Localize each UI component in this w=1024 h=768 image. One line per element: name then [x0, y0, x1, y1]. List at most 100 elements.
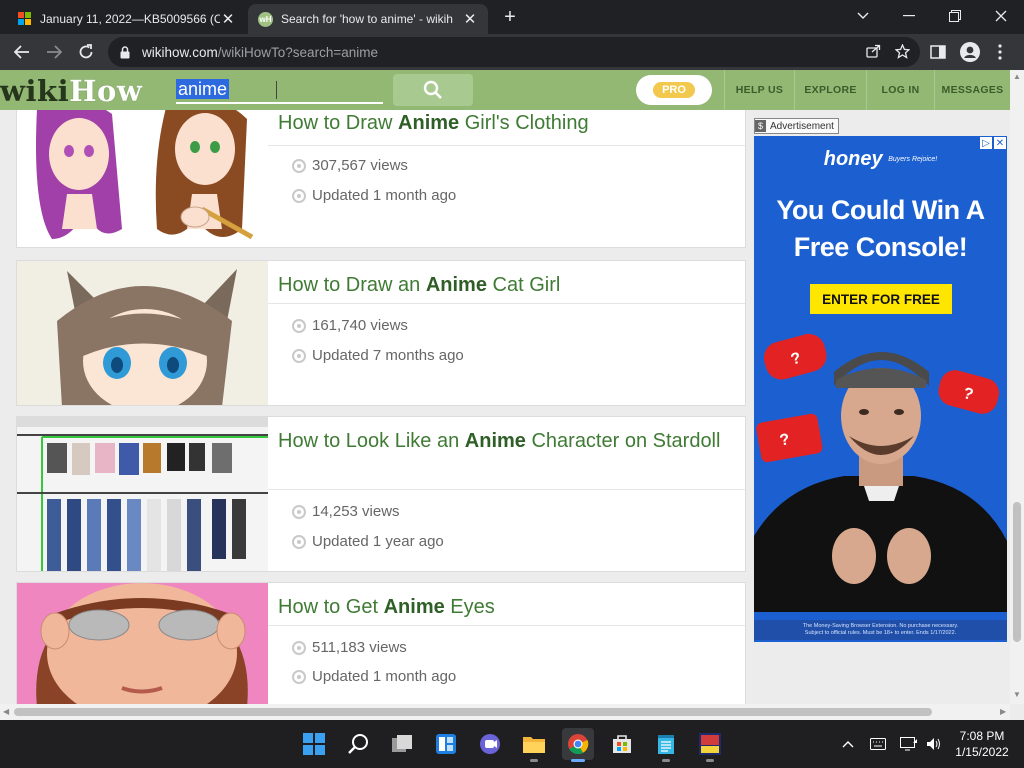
game-app-icon[interactable] — [694, 728, 726, 762]
honey-advertisement[interactable]: ▷ ✕ honey Buyers Rejoice! You Could Win … — [754, 136, 1007, 642]
url-host: wikihow.com — [142, 44, 218, 60]
notepad-icon[interactable] — [650, 728, 682, 762]
dollar-icon: $ — [755, 120, 767, 132]
tab-search-chevron-icon[interactable] — [840, 0, 886, 32]
result-title[interactable]: How to Get Anime Eyes — [278, 593, 733, 622]
nav-explore[interactable]: EXPLORE — [794, 70, 866, 110]
updated-icon — [292, 188, 306, 203]
volume-icon[interactable] — [926, 720, 942, 768]
scroll-right-arrow-icon[interactable]: ▶ — [1000, 707, 1006, 716]
site-search-button[interactable] — [393, 74, 473, 106]
scroll-up-arrow-icon[interactable]: ▲ — [1013, 72, 1021, 81]
result-thumbnail-anime-girls[interactable] — [17, 110, 268, 247]
result-updated: Updated 1 year ago — [292, 533, 444, 550]
search-result-card[interactable]: How to Get Anime Eyes 511,183 views Upda… — [16, 582, 746, 704]
back-icon[interactable] — [8, 38, 36, 66]
teams-chat-icon[interactable] — [474, 728, 506, 760]
search-query-text: anime — [176, 79, 230, 99]
card-divider — [268, 625, 745, 626]
pro-badge: PRO — [653, 82, 695, 98]
search-result-card[interactable]: How to Draw an Anime Cat Girl 161,740 vi… — [16, 260, 746, 406]
profile-avatar-icon[interactable] — [956, 38, 984, 66]
forward-icon[interactable] — [40, 38, 68, 66]
microsoft-logo-icon — [18, 12, 32, 26]
browser-tab-wikihow[interactable]: wH Search for 'how to anime' - wikih ✕ — [248, 4, 488, 34]
running-indicator — [662, 759, 670, 762]
bookmark-star-icon[interactable] — [894, 43, 911, 62]
horizontal-scrollbar[interactable]: ◀ ▶ — [0, 704, 1010, 720]
ad-fine-print: The Money-Saving Browser Extension. No p… — [754, 620, 1007, 640]
display-network-icon[interactable] — [900, 720, 918, 768]
lock-icon[interactable] — [120, 45, 134, 59]
browser-tab-bar: January 11, 2022—KB5009566 (OS ✕ wH Sear… — [0, 0, 1024, 34]
clock-time: 7:08 PM — [959, 729, 1005, 743]
views-icon — [292, 504, 306, 519]
running-indicator — [571, 759, 585, 762]
views-icon — [292, 158, 306, 173]
search-results-area: How to Draw Anime Girl's Clothing 307,56… — [0, 110, 1010, 704]
windows-taskbar: 7:08 PM 1/15/2022 — [0, 720, 1024, 768]
advertisement-label: $ Advertisement — [754, 118, 839, 134]
vertical-scrollbar[interactable]: ▲ ▼ — [1010, 70, 1024, 704]
horizontal-scroll-thumb[interactable] — [14, 708, 932, 716]
nav-messages[interactable]: MESSAGES — [934, 70, 1010, 110]
taskbar-clock[interactable]: 7:08 PM 1/15/2022 — [946, 728, 1018, 760]
result-title[interactable]: How to Draw an Anime Cat Girl — [278, 271, 733, 300]
search-result-card[interactable]: How to Look Like an Anime Character on S… — [16, 416, 746, 572]
restore-icon[interactable] — [932, 0, 978, 32]
tab-title: Search for 'how to anime' - wikih — [281, 12, 453, 26]
browser-tab-microsoft[interactable]: January 11, 2022—KB5009566 (OS ✕ — [8, 4, 246, 34]
result-thumbnail-anime-eyes[interactable] — [17, 583, 268, 704]
start-windows-icon[interactable] — [298, 728, 330, 760]
browser-menu-icon[interactable] — [986, 38, 1014, 66]
chrome-icon[interactable] — [562, 728, 594, 762]
clock-date: 1/15/2022 — [955, 745, 1009, 759]
wikihow-favicon-icon: wH — [258, 11, 273, 27]
site-header: wikiHow anime PRO HELP US EXPLORE LOG IN… — [0, 70, 1010, 110]
task-view-icon[interactable] — [386, 728, 418, 760]
nav-help-us[interactable]: HELP US — [724, 70, 794, 110]
result-thumbnail-stardoll-closet[interactable] — [17, 417, 268, 571]
result-views: 511,183 views — [292, 639, 407, 656]
result-updated: Updated 7 months ago — [292, 347, 464, 364]
keyboard-icon[interactable] — [870, 720, 886, 768]
share-icon[interactable] — [866, 44, 881, 62]
scroll-left-arrow-icon[interactable]: ◀ — [3, 707, 9, 716]
close-window-icon[interactable] — [978, 0, 1024, 32]
search-result-card[interactable]: How to Draw Anime Girl's Clothing 307,56… — [16, 110, 746, 248]
vertical-scroll-thumb[interactable] — [1013, 502, 1021, 642]
widgets-icon[interactable] — [430, 728, 462, 760]
running-indicator — [706, 759, 714, 762]
views-icon — [292, 318, 306, 333]
wikihow-logo[interactable]: wikiHow — [0, 74, 142, 108]
url-path: /wikiHowTo?search=anime — [217, 44, 378, 60]
updated-icon — [292, 534, 306, 549]
ad-enter-button[interactable]: ENTER FOR FREE — [810, 284, 952, 314]
honey-logo: honey Buyers Rejoice! — [823, 148, 938, 170]
pro-button[interactable]: PRO — [636, 75, 712, 105]
minimize-icon[interactable] — [886, 0, 932, 32]
result-updated: Updated 1 month ago — [292, 187, 456, 204]
search-icon — [423, 80, 442, 99]
scroll-down-arrow-icon[interactable]: ▼ — [1013, 690, 1021, 699]
result-title[interactable]: How to Draw Anime Girl's Clothing — [278, 110, 733, 138]
result-views: 14,253 views — [292, 503, 400, 520]
nav-log-in[interactable]: LOG IN — [866, 70, 934, 110]
reload-icon[interactable] — [72, 38, 100, 66]
tab-close-icon[interactable]: ✕ — [220, 10, 236, 28]
result-thumbnail-cat-girl[interactable] — [17, 261, 268, 405]
tab-close-icon[interactable]: ✕ — [462, 10, 478, 28]
ad-headline: You Could Win A Free Console! — [776, 195, 985, 262]
result-title[interactable]: How to Look Like an Anime Character on S… — [278, 427, 733, 456]
new-tab-icon[interactable]: + — [498, 6, 522, 29]
result-updated: Updated 1 month ago — [292, 668, 456, 685]
running-indicator — [530, 759, 538, 762]
show-hidden-icons-chevron[interactable] — [842, 720, 854, 768]
side-panel-icon[interactable] — [924, 38, 952, 66]
microsoft-store-icon[interactable] — [606, 728, 638, 760]
search-icon[interactable] — [342, 728, 374, 760]
views-icon — [292, 640, 306, 655]
file-explorer-icon[interactable] — [518, 728, 550, 762]
text-cursor — [276, 81, 282, 99]
address-bar[interactable]: wikihow.com/wikiHowTo?search=anime — [108, 37, 920, 67]
